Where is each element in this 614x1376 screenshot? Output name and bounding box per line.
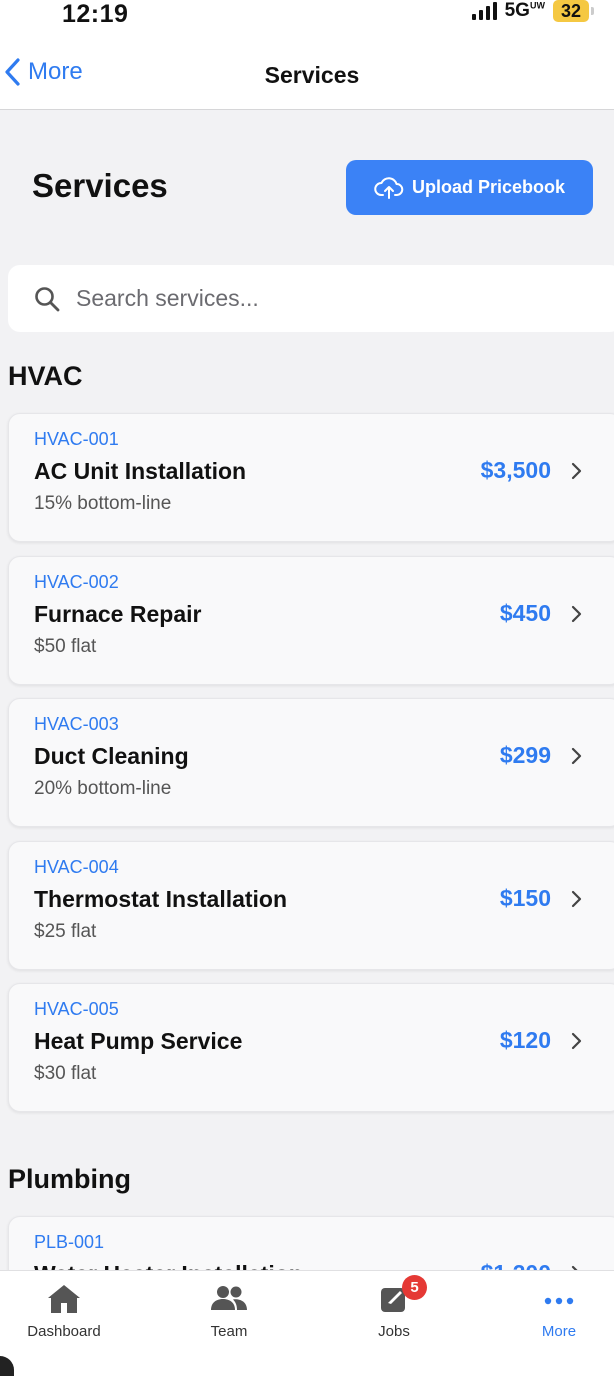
tab-more[interactable]: More [499,1283,614,1340]
service-card[interactable]: HVAC-005 Heat Pump Service $30 flat $120 [8,983,614,1112]
tab-label: Dashboard [27,1323,101,1340]
service-code: HVAC-005 [34,999,119,1019]
chevron-right-icon [571,1032,582,1050]
chevron-right-icon [571,747,582,765]
nav-title: Services [264,62,360,88]
service-code: PLB-001 [34,1232,105,1252]
service-card[interactable]: HVAC-004 Thermostat Installation $25 fla… [8,841,614,970]
service-card[interactable]: HVAC-003 Duct Cleaning 20% bottom-line $… [8,698,614,827]
navigation-bar: More Services [0,40,614,110]
service-name: Furnace Repair [34,601,202,627]
service-code: HVAC-002 [34,572,119,592]
upload-pricebook-label: Upload Pricebook [411,177,566,197]
tab-dashboard[interactable]: Dashboard [4,1283,124,1340]
tab-label: More [541,1323,577,1340]
tab-label: Jobs [378,1323,410,1340]
chevron-right-icon [571,462,582,480]
section-title-plumbing: Plumbing [8,1164,131,1194]
service-name: AC Unit Installation [34,458,247,484]
battery-icon: 32 [552,0,589,22]
service-price: $150 [499,885,551,911]
tab-team[interactable]: Team [169,1283,289,1340]
tab-bar: Dashboard Team 5 Jobs More [0,1270,614,1376]
service-price: $450 [499,600,551,626]
search-icon [35,286,60,311]
signal-icon [471,2,497,20]
status-bar: 12:19 5GUW 32 [0,0,614,40]
network-label: 5GUW [504,0,545,21]
team-icon [211,1286,247,1310]
service-name: Thermostat Installation [34,886,288,912]
page-title: Services [32,167,168,204]
service-card[interactable]: HVAC-002 Furnace Repair $50 flat $450 [8,556,614,685]
service-commission: 20% bottom-line [34,778,172,799]
search-input[interactable] [76,285,526,312]
service-price: $120 [499,1027,551,1053]
battery-nub [591,7,594,15]
tab-jobs[interactable]: 5 Jobs [334,1275,454,1340]
section-title-hvac: HVAC [8,361,83,391]
cloud-upload-icon [374,176,404,199]
service-commission: 15% bottom-line [34,493,172,514]
tab-label: Team [210,1323,248,1340]
service-code: HVAC-004 [34,857,119,877]
home-icon [48,1285,80,1313]
service-code: HVAC-003 [34,714,119,734]
service-name: Duct Cleaning [34,743,189,769]
service-commission: $30 flat [34,1063,97,1084]
service-code: HVAC-001 [34,429,119,449]
service-price: $3,500 [480,457,551,483]
upload-pricebook-button[interactable]: Upload Pricebook [346,160,593,215]
service-card[interactable]: HVAC-001 AC Unit Installation 15% bottom… [8,413,614,542]
status-time: 12:19 [62,0,129,28]
status-indicators: 5GUW 32 [471,0,594,22]
chevron-right-icon [571,605,582,623]
service-commission: $50 flat [34,636,97,657]
service-price: $299 [499,742,551,768]
search-bar[interactable] [8,265,614,332]
more-icon [544,1297,574,1305]
chevron-right-icon [571,890,582,908]
service-name: Heat Pump Service [34,1028,243,1054]
service-commission: $25 flat [34,921,97,942]
jobs-badge: 5 [402,1275,427,1300]
